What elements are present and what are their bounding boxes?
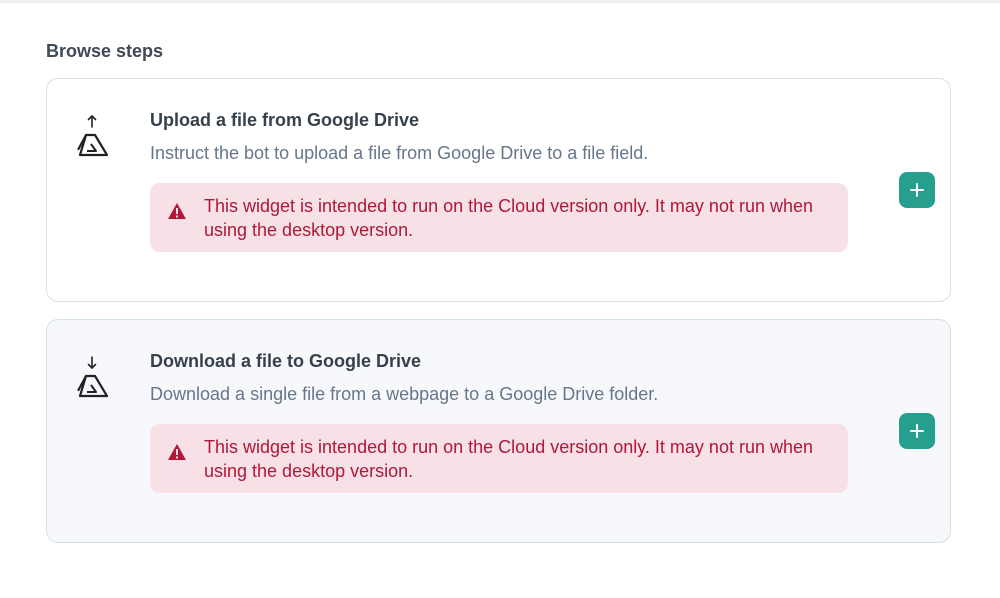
section-title: Browse steps bbox=[46, 41, 164, 61]
warning-text: This widget is intended to run on the Cl… bbox=[204, 196, 814, 240]
step-card-upload[interactable]: Upload a file from Google Drive Instruct… bbox=[46, 78, 951, 302]
step-description: Instruct the bot to upload a file from G… bbox=[150, 143, 649, 163]
step-title: Download a file to Google Drive bbox=[150, 351, 422, 371]
step-description: Download a single file from a webpage to… bbox=[150, 384, 659, 404]
warning-text: This widget is intended to run on the Cl… bbox=[204, 437, 814, 481]
google-drive-upload-icon bbox=[75, 113, 111, 161]
cloud-only-warning: This widget is intended to run on the Cl… bbox=[150, 183, 848, 252]
step-title: Upload a file from Google Drive bbox=[150, 110, 420, 130]
step-card-download[interactable]: Download a file to Google Drive Download… bbox=[46, 319, 951, 543]
plus-icon bbox=[910, 424, 924, 438]
plus-icon bbox=[910, 183, 924, 197]
top-divider bbox=[0, 0, 1000, 3]
warning-triangle-icon bbox=[167, 443, 187, 461]
add-step-button[interactable] bbox=[899, 413, 935, 449]
google-drive-download-icon bbox=[75, 354, 111, 402]
warning-triangle-icon bbox=[167, 202, 187, 220]
cloud-only-warning: This widget is intended to run on the Cl… bbox=[150, 424, 848, 493]
add-step-button[interactable] bbox=[899, 172, 935, 208]
